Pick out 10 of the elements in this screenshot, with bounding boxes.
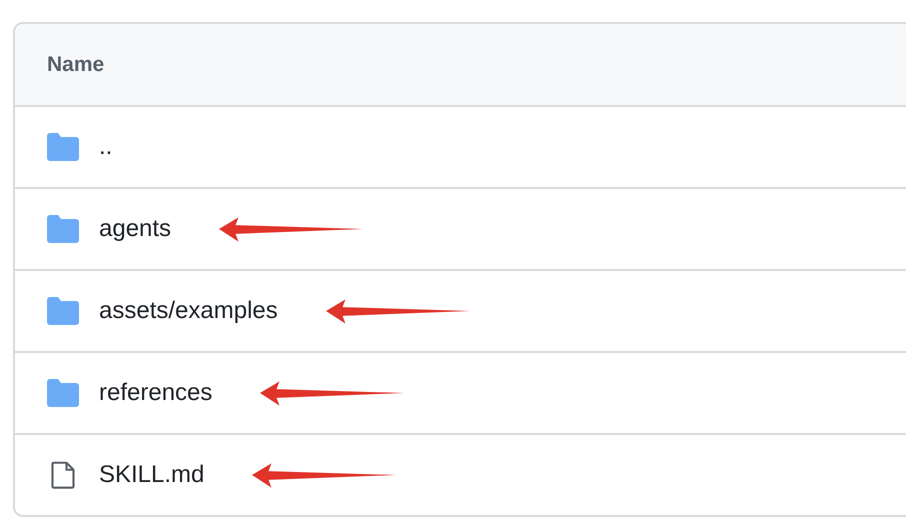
folder-icon bbox=[47, 133, 79, 161]
file-name[interactable]: references bbox=[99, 379, 212, 407]
folder-icon bbox=[47, 215, 79, 243]
folder-icon bbox=[47, 297, 79, 325]
file-name[interactable]: .. bbox=[99, 133, 112, 161]
column-header: Name bbox=[47, 52, 104, 76]
file-name[interactable]: assets/examples bbox=[99, 297, 278, 325]
file-name[interactable]: agents bbox=[99, 215, 172, 243]
file-name[interactable]: SKILL.md bbox=[99, 461, 204, 489]
folder-icon bbox=[47, 379, 79, 407]
